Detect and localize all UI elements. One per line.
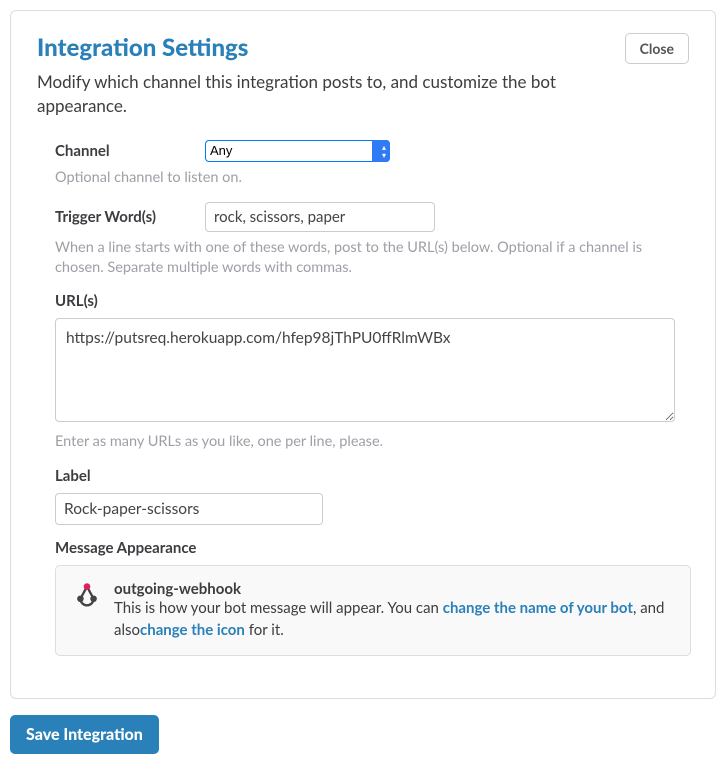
form-area: Channel Any ▴▾ Optional channel to liste… bbox=[37, 140, 689, 657]
change-icon-link[interactable]: change the icon bbox=[140, 621, 245, 639]
urls-label: URL(s) bbox=[55, 292, 689, 310]
channel-label: Channel bbox=[55, 142, 195, 160]
desc-suffix: for it. bbox=[245, 621, 284, 639]
bot-description: This is how your bot message will appear… bbox=[114, 598, 674, 642]
trigger-row: Trigger Word(s) When a line starts with … bbox=[55, 202, 689, 279]
urls-help: Enter as many URLs as you like, one per … bbox=[55, 432, 689, 452]
label-row: Label bbox=[55, 467, 689, 525]
page-title: Integration Settings bbox=[37, 33, 248, 62]
channel-select-wrap: Any ▴▾ bbox=[205, 140, 390, 162]
close-button[interactable]: Close bbox=[625, 33, 689, 64]
save-integration-button[interactable]: Save Integration bbox=[10, 715, 159, 754]
urls-textarea[interactable] bbox=[55, 318, 675, 422]
settings-card: Integration Settings Close Modify which … bbox=[10, 10, 716, 699]
page-subtitle: Modify which channel this integration po… bbox=[37, 70, 597, 118]
channel-select[interactable]: Any bbox=[205, 140, 390, 162]
webhook-icon bbox=[72, 580, 102, 642]
card-header: Integration Settings Close bbox=[37, 33, 689, 68]
trigger-input[interactable] bbox=[205, 202, 435, 232]
preview-text: outgoing-webhook This is how your bot me… bbox=[114, 580, 674, 642]
appearance-row: Message Appearance outgo bbox=[55, 539, 689, 657]
label-input[interactable] bbox=[55, 493, 323, 525]
appearance-label: Message Appearance bbox=[55, 539, 689, 557]
bot-name: outgoing-webhook bbox=[114, 580, 674, 598]
desc-prefix: This is how your bot message will appear… bbox=[114, 599, 443, 617]
channel-row: Channel Any ▴▾ Optional channel to liste… bbox=[55, 140, 689, 188]
channel-help: Optional channel to listen on. bbox=[55, 168, 689, 188]
change-name-link[interactable]: change the name of your bot bbox=[443, 599, 633, 617]
trigger-label: Trigger Word(s) bbox=[55, 208, 195, 226]
message-preview: outgoing-webhook This is how your bot me… bbox=[55, 565, 691, 657]
urls-row: URL(s) Enter as many URLs as you like, o… bbox=[55, 292, 689, 452]
label-field-label: Label bbox=[55, 467, 689, 485]
trigger-help: When a line starts with one of these wor… bbox=[55, 238, 689, 279]
